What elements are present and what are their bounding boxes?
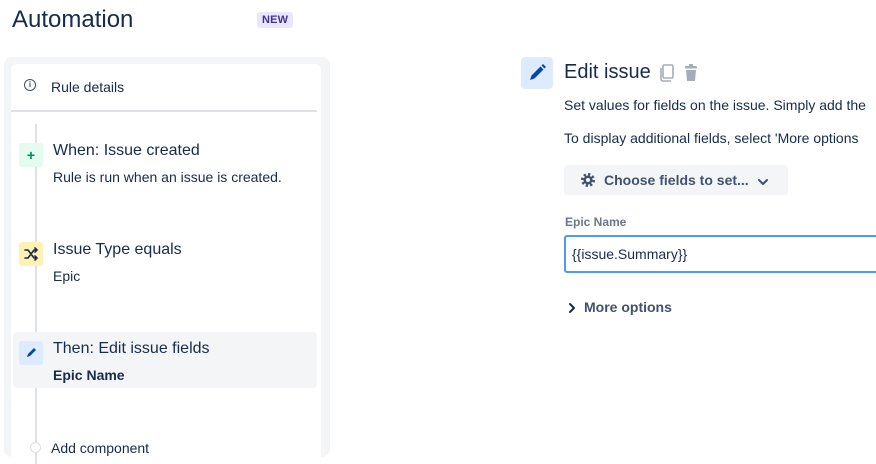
copy-icon[interactable] xyxy=(658,63,676,88)
trigger-component[interactable]: + When: Issue created Rule is run when a… xyxy=(13,134,317,190)
add-component-button[interactable]: Add component xyxy=(11,434,317,464)
plus-icon: + xyxy=(19,143,43,167)
epic-name-input[interactable] xyxy=(564,235,876,273)
shuffle-icon xyxy=(19,242,43,266)
choose-fields-label: Choose fields to set... xyxy=(604,172,749,188)
epic-name-label: Epic Name xyxy=(565,215,627,229)
condition-component[interactable]: Issue Type equals Epic xyxy=(13,233,317,289)
choose-fields-button[interactable]: Choose fields to set... xyxy=(564,165,788,195)
add-component-label: Add component xyxy=(51,440,150,456)
trigger-subtitle: Rule is run when an issue is created. xyxy=(53,169,282,185)
rule-panel: i Rule details + When: Issue created Rul… xyxy=(4,57,330,464)
info-icon: i xyxy=(24,79,36,91)
rule-details-item[interactable]: i Rule details xyxy=(11,64,317,112)
trigger-title: When: Issue created xyxy=(53,142,200,159)
action-component[interactable]: Then: Edit issue fields Epic Name xyxy=(13,332,317,388)
edit-issue-panel: Edit issue Set values for fields on the … xyxy=(521,57,876,442)
pencil-icon xyxy=(521,57,553,89)
condition-subtitle: Epic xyxy=(53,268,81,284)
new-badge: NEW xyxy=(257,12,294,28)
rule-card: i Rule details + When: Issue created Rul… xyxy=(11,64,321,464)
detail-description: Set values for fields on the issue. Simp… xyxy=(564,97,866,113)
action-title: Then: Edit issue fields xyxy=(53,340,210,357)
rule-details-label: Rule details xyxy=(51,79,125,95)
gear-icon xyxy=(578,170,598,193)
action-subtitle: Epic Name xyxy=(53,367,125,383)
trash-icon[interactable] xyxy=(682,63,700,88)
detail-hint: To display additional fields, select 'Mo… xyxy=(564,130,859,146)
condition-title: Issue Type equals xyxy=(53,241,182,258)
detail-title: Edit issue xyxy=(564,61,651,83)
chevron-down-icon xyxy=(757,175,769,191)
more-options-label: More options xyxy=(584,299,672,315)
page-title: Automation xyxy=(12,6,134,33)
chevron-right-icon xyxy=(567,301,577,317)
add-dot-icon xyxy=(30,442,41,453)
pencil-icon xyxy=(19,341,43,365)
